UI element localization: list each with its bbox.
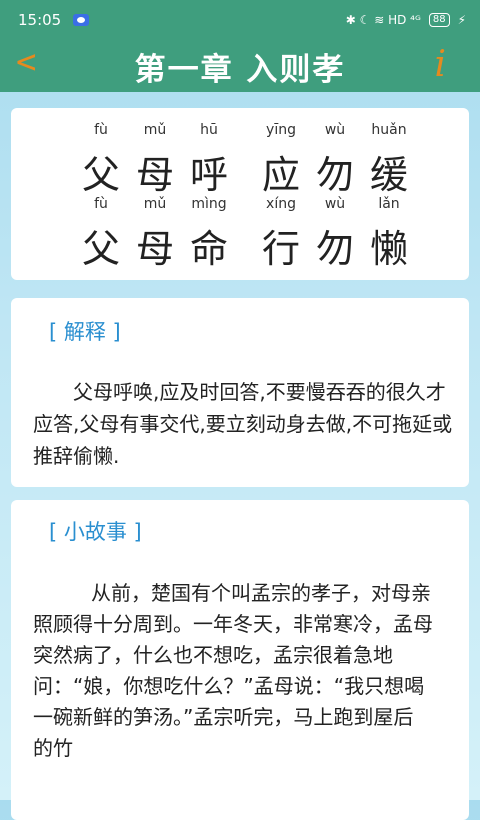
hanzi: 母 <box>135 153 174 197</box>
status-indicators: ✱ ☾ ≋ HD ⁴ᴳ 88 ⚡ <box>346 13 466 27</box>
status-time: 15:05 <box>18 11 62 29</box>
hanzi: 应 <box>261 153 300 197</box>
page-title: 第一章 入则孝 <box>134 51 346 88</box>
pinyin: fù <box>94 122 108 138</box>
app-notification-icon <box>73 14 90 26</box>
hanzi: 呼 <box>189 153 228 197</box>
explanation-text: 父母呼唤,应及时回答,不要慢吞吞的很久才应答,父母有事交代,要立刻动身去做,不可… <box>33 380 453 468</box>
pinyin: lǎn <box>378 196 400 212</box>
pinyin: mǔ <box>143 122 167 138</box>
pinyin: mìng <box>191 196 227 212</box>
story-text: 从前，楚国有个叫孟宗的孝子，对母亲照顾得十分周到。一年冬天，非常寒冷，孟母突然病… <box>33 581 433 760</box>
status-icons: ✱ ☾ ≋ HD ⁴ᴳ <box>345 13 421 27</box>
pinyin: mǔ <box>143 196 167 212</box>
pinyin: xíng <box>266 196 296 212</box>
info-button[interactable]: i <box>434 44 446 85</box>
pinyin: yīng <box>266 122 296 138</box>
explanation-title: [ 解释 ] <box>49 320 121 344</box>
battery-icon: 88 <box>428 13 450 27</box>
hanzi: 命 <box>189 227 228 271</box>
hanzi: 母 <box>135 227 174 271</box>
verse-card: fù mǔ hū yīng wù huǎn 父 母 呼 应 勿 缓 fù mǔ … <box>11 108 469 280</box>
hanzi: 行 <box>261 227 300 271</box>
charging-icon: ⚡ <box>457 13 466 27</box>
pinyin: huǎn <box>371 122 407 138</box>
hanzi: 缓 <box>369 153 408 197</box>
hanzi: 懒 <box>369 227 408 271</box>
top-app-bar: < 第一章 入则孝 i <box>0 40 480 92</box>
hanzi: 父 <box>81 153 120 197</box>
pinyin: wù <box>324 196 346 212</box>
explanation-card: [ 解释 ] 父母呼唤,应及时回答,不要慢吞吞的很久才应答,父母有事交代,要立刻… <box>11 298 469 487</box>
pinyin: wù <box>324 122 346 138</box>
hanzi: 勿 <box>315 227 354 271</box>
story-card: [ 小故事 ] 从前，楚国有个叫孟宗的孝子，对母亲照顾得十分周到。一年冬天，非常… <box>11 500 469 820</box>
story-title: [ 小故事 ] <box>49 520 142 544</box>
hanzi: 勿 <box>315 153 354 197</box>
back-button[interactable]: < <box>16 42 36 82</box>
pinyin: fù <box>94 196 108 212</box>
status-bar: 15:05 ✱ ☾ ≋ HD ⁴ᴳ 88 ⚡ <box>0 0 480 40</box>
hanzi: 父 <box>81 227 120 271</box>
pinyin: hū <box>200 122 218 138</box>
